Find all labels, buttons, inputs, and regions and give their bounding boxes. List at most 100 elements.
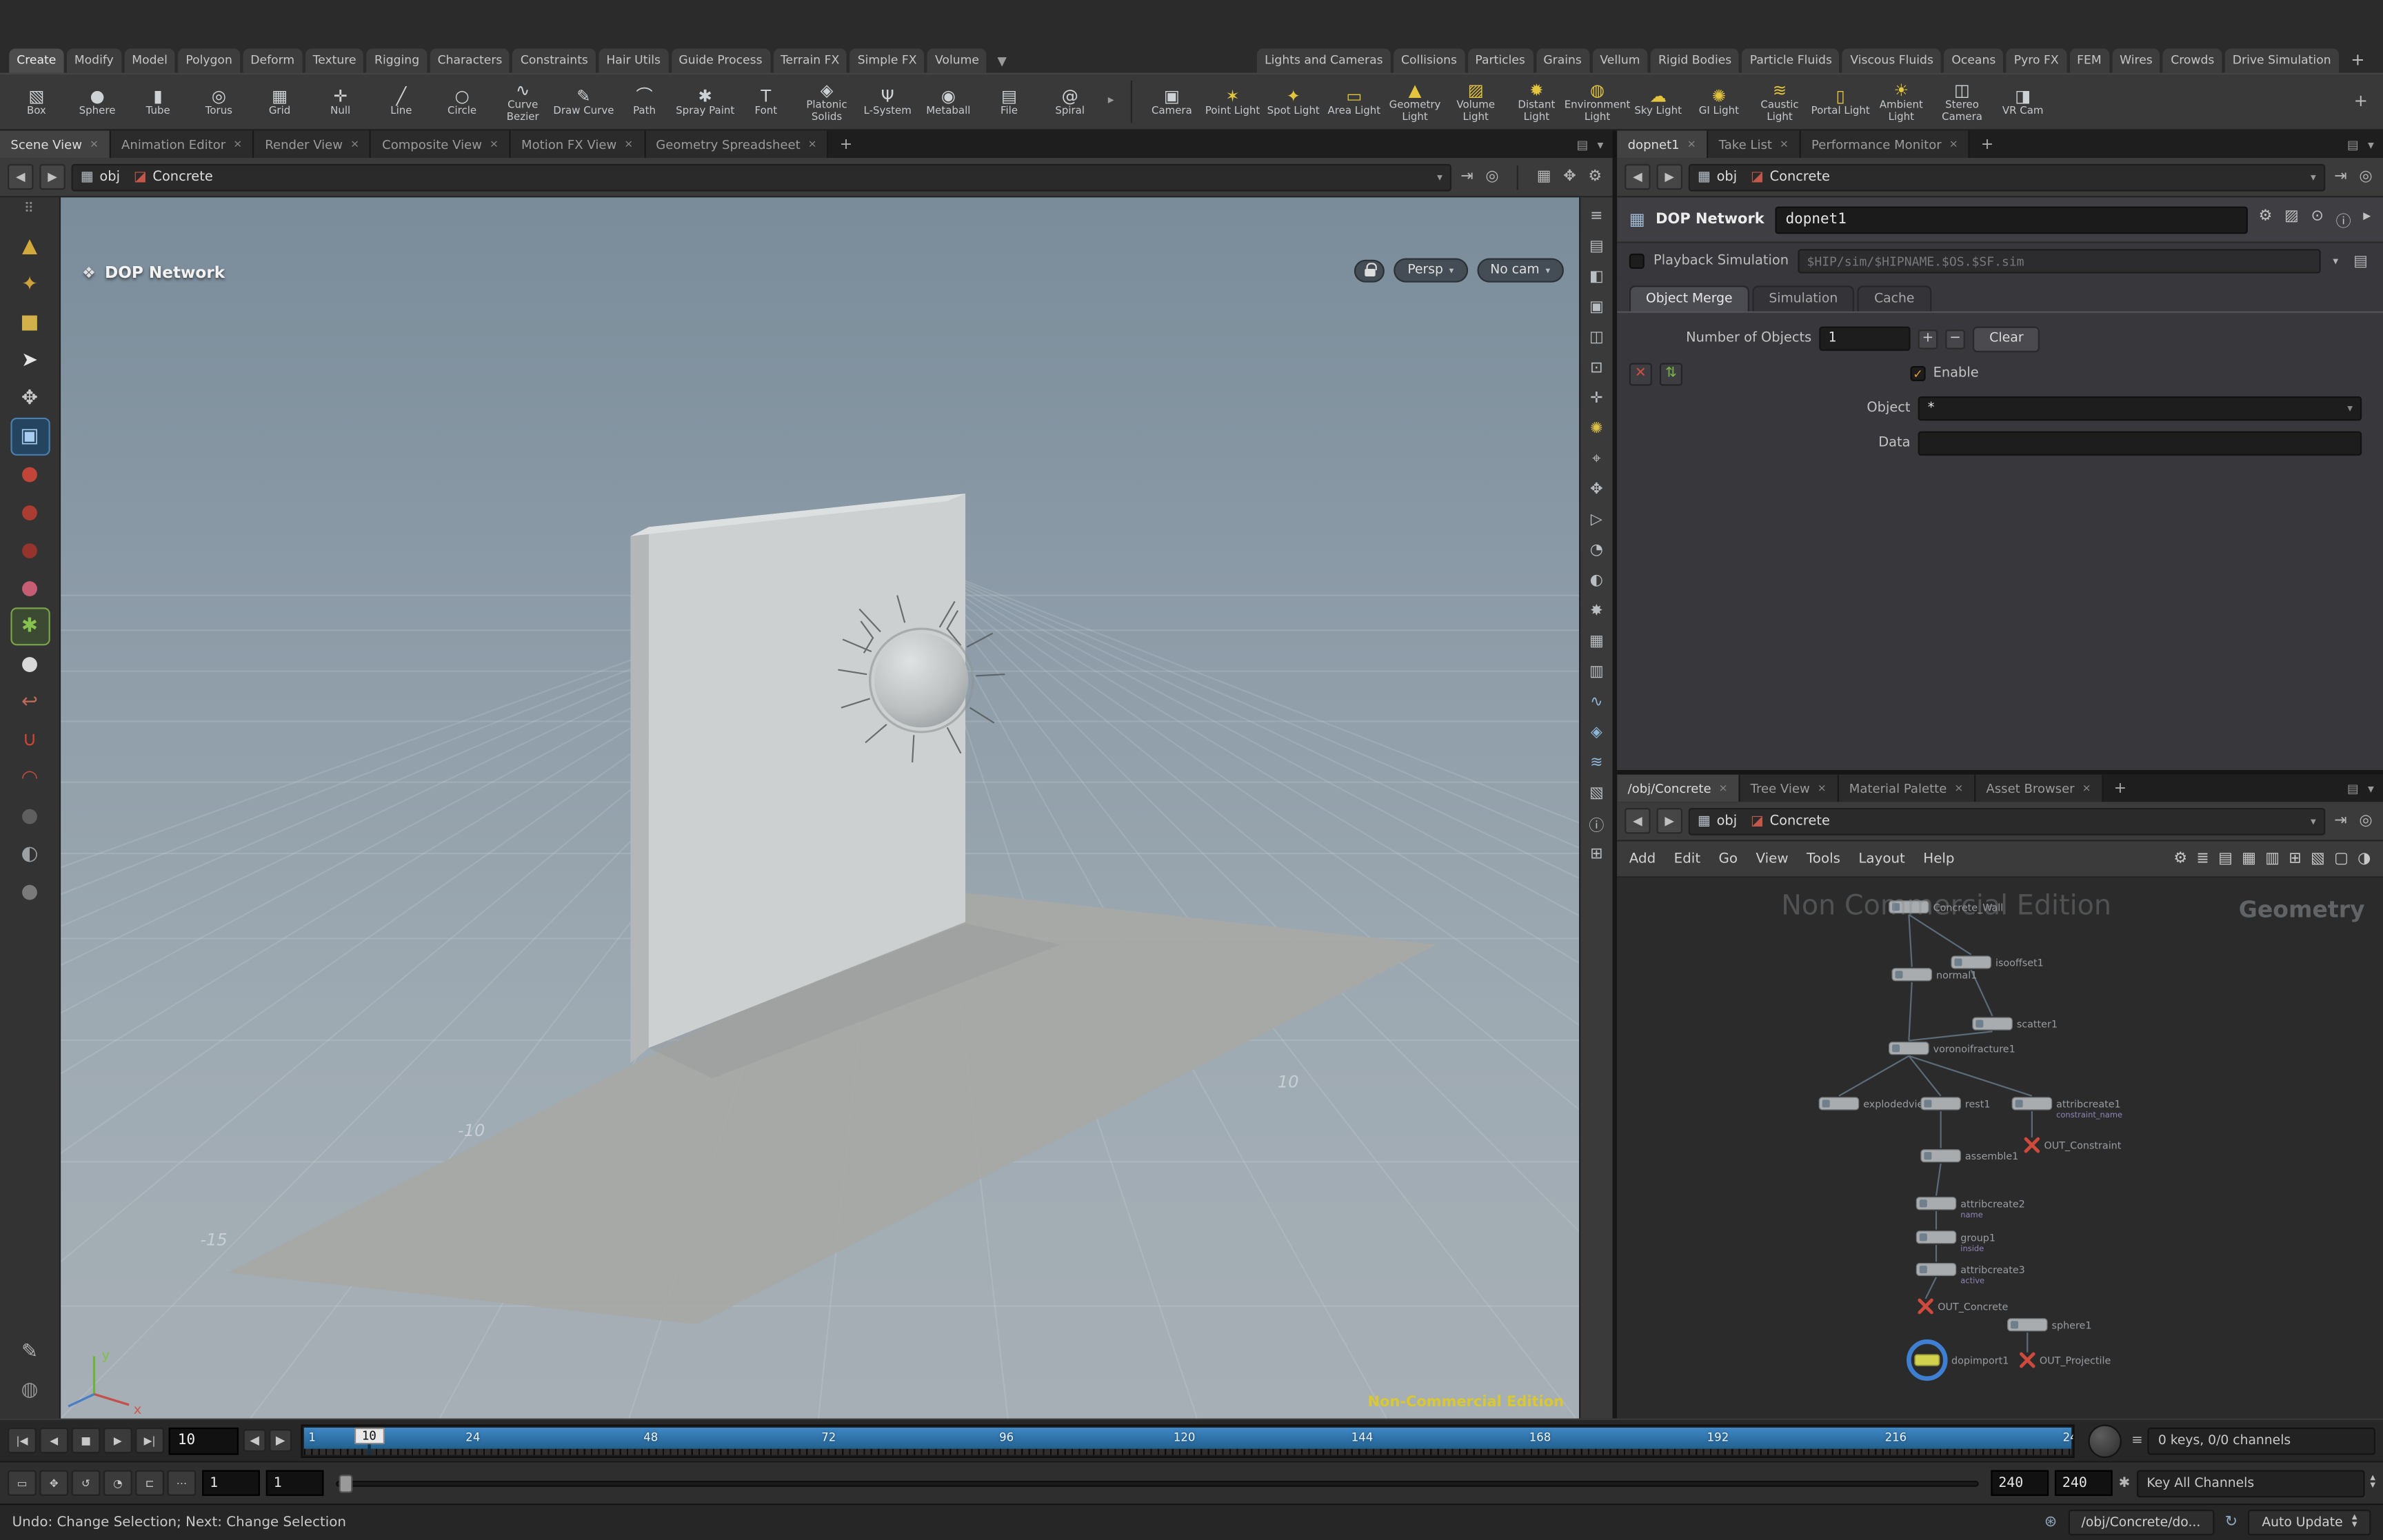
chevron-down-icon[interactable]: ▾ [1437,171,1442,183]
rbd-fracture-tool-icon[interactable]: ● [12,533,48,568]
new-pane-tab-button[interactable]: + [829,130,863,158]
playback-end-field[interactable] [1991,1470,2049,1497]
add-object-button[interactable]: + [1918,328,1938,349]
param-tab-simulation[interactable]: Simulation [1752,285,1855,312]
shelf-tab-create[interactable]: Create [9,48,64,73]
shelf-tool-spiral[interactable]: @ Spiral [1040,86,1100,117]
shelf-tool-curve-bezier[interactable]: ∿ Curve Bezier [492,81,553,122]
shelf-tab-wires[interactable]: Wires [2112,48,2160,73]
current-frame-field[interactable] [168,1426,239,1455]
shelf-tab-fem[interactable]: FEM [2069,48,2109,73]
shelf-tool-torus[interactable]: ◎ Torus [188,86,249,117]
layout-rows-icon[interactable]: ▤ [2218,851,2233,867]
shelf-tab-crowds[interactable]: Crowds [2163,48,2222,73]
edit-tool-icon[interactable]: ✎ [12,1335,48,1370]
character-picker-icon[interactable]: ✥ [1560,169,1579,185]
pane-tab-tree-view[interactable]: Tree View × [1740,774,1839,802]
layout-grid-icon[interactable]: ▦ [2242,851,2256,867]
network-node-normal1[interactable]: normal1 [1891,968,1977,982]
tree-list-icon[interactable]: ≣ [2196,851,2209,867]
playback-simulation-checkbox[interactable] [1629,253,1645,269]
path-field[interactable]: ▦ obj ◪ Concrete ▾ [71,163,1452,191]
pane-tab-dopnet1[interactable]: dopnet1 × [1617,130,1709,159]
breadcrumb-obj[interactable]: ▦ obj [1698,170,1737,185]
magnet-force-tool-icon[interactable]: ∪ [12,723,48,758]
viewport-layout-icon[interactable]: ▦ [1534,169,1554,185]
shelf-tab-characters[interactable]: Characters [430,48,510,73]
back-button[interactable]: ◀ [1625,163,1651,190]
close-tab-icon[interactable]: × [1780,138,1789,150]
shelf-tool-draw-curve[interactable]: ✎ Draw Curve [553,86,614,117]
menu-edit[interactable]: Edit [1674,851,1700,867]
shelf-tab-viscous-fluids[interactable]: Viscous Fluids [1842,48,1941,73]
animation-options-icon[interactable]: ▭ [8,1470,37,1497]
follow-context-icon[interactable]: ◎ [1482,169,1502,185]
scene-viewport[interactable]: 10 -10 -15 y x ❖ DOP Network Persp ▾ No … [61,197,1580,1419]
follow-playbar-icon[interactable]: ✥ [39,1470,69,1497]
new-window-icon[interactable]: ▢ [2334,851,2349,867]
expand-icon[interactable]: ▸ [2363,208,2371,231]
number-of-objects-field[interactable] [1819,326,1911,351]
rbd-object-tool-icon[interactable]: ● [12,457,48,492]
network-node-attribcreate1[interactable]: attribcreate1constraint_name [2011,1097,2122,1119]
current-frame-indicator[interactable]: 10 [354,1426,384,1444]
playback-range-slider[interactable] [336,1472,1979,1494]
stop-button[interactable]: ■ [71,1427,101,1454]
gear-icon[interactable]: ⚙ [2259,208,2273,231]
network-node-voronoifracture1[interactable]: voronoifracture1 [1889,1042,2015,1055]
pane-tab-render-view[interactable]: Render View × [254,130,372,159]
lighting-icon[interactable]: ✺ [1590,416,1602,442]
prev-frame-button[interactable]: ◀ [39,1427,69,1454]
menu-add[interactable]: Add [1629,851,1656,867]
exposure-icon[interactable]: ◔ [1590,538,1603,563]
shelf-tab-modify[interactable]: Modify [66,48,121,73]
presets-icon[interactable]: ▨ [2284,208,2299,231]
delete-entry-button[interactable]: ✕ [1629,362,1652,385]
volume-display-icon[interactable]: ≋ [1590,750,1602,776]
shelf-tool-line[interactable]: ╱ Line [371,86,432,117]
network-node-attribcreate2[interactable]: attribcreate2name [1916,1197,2025,1219]
playbar-menu-icon[interactable]: ⋯ [167,1470,197,1497]
object-field[interactable] [1927,401,2348,416]
network-node-sphere1[interactable]: sphere1 [2007,1318,2092,1332]
camera-view-icon[interactable]: ▣ [1589,294,1604,320]
spray-paint-tool-icon[interactable]: ✱ [10,607,50,646]
close-tab-icon[interactable]: × [1954,782,1963,795]
chevron-down-icon[interactable]: ▾ [2347,403,2353,415]
bend-force-tool-icon[interactable]: ◠ [12,761,48,796]
wall-side-face[interactable] [630,527,649,1064]
path-field[interactable]: ▦ obj ◪ Concrete ▾ [1688,807,2325,835]
shelf-tool-stereo-camera[interactable]: ◫ Stereo Camera [1931,81,1992,122]
paint-tool-icon[interactable]: ✦ [12,267,48,303]
shelf-tool-caustic-light[interactable]: ≋ Caustic Light [1749,81,1810,122]
shelf-tab-model[interactable]: Model [124,48,175,73]
flipbook-icon[interactable]: ▷ [1591,507,1602,533]
shelf-tool-point-light[interactable]: ✶ Point Light [1202,86,1263,117]
add-shelf-tool-button[interactable]: + [2344,90,2377,113]
shelf-tools-overflow-icon[interactable]: ▸ [1100,92,1122,110]
pane-tab-scene-view[interactable]: Scene View × [0,130,111,159]
model-tool-icon[interactable]: ■ [12,305,48,341]
spinner-arrows[interactable]: ▲ ▼ [2370,1475,2375,1490]
shelf-tab-oceans[interactable]: Oceans [1944,48,2004,73]
network-node-isooffset1[interactable]: isooffset1 [1951,955,2044,969]
shelf-tool-distant-light[interactable]: ✹ Distant Light [1506,81,1567,122]
network-node-out-concrete[interactable]: OUT_Concrete [1918,1298,2009,1315]
shelf-tab-vellum[interactable]: Vellum [1592,48,1648,73]
frame-selection-icon[interactable]: ⊡ [1590,356,1602,381]
new-pane-tab-button[interactable]: + [2103,775,2137,802]
search-icon[interactable]: ⊙ [2311,208,2324,231]
chevron-down-icon[interactable]: ▾ [2368,137,2374,151]
pivot-icon[interactable]: ⌖ [1592,447,1600,472]
home-view-icon[interactable]: ✛ [1590,386,1602,412]
forward-button[interactable]: ▶ [1656,163,1682,190]
shelf-overflow-icon[interactable]: ▼ [989,54,1014,72]
info-display-icon[interactable]: ⓘ [1589,811,1604,836]
remove-object-button[interactable]: − [1945,328,1965,349]
pane-tab-asset-browser[interactable]: Asset Browser × [1975,774,2104,802]
network-node-dopimport1[interactable]: dopimport1 [1907,1339,2009,1381]
pane-tab-motion-fx-view[interactable]: Motion FX View × [510,130,645,159]
shelf-tool-volume-light[interactable]: ▨ Volume Light [1445,81,1506,122]
update-mode-dropdown[interactable]: Auto Update ▲ ▼ [2248,1509,2371,1536]
network-node-group1[interactable]: group1inside [1916,1230,1995,1253]
